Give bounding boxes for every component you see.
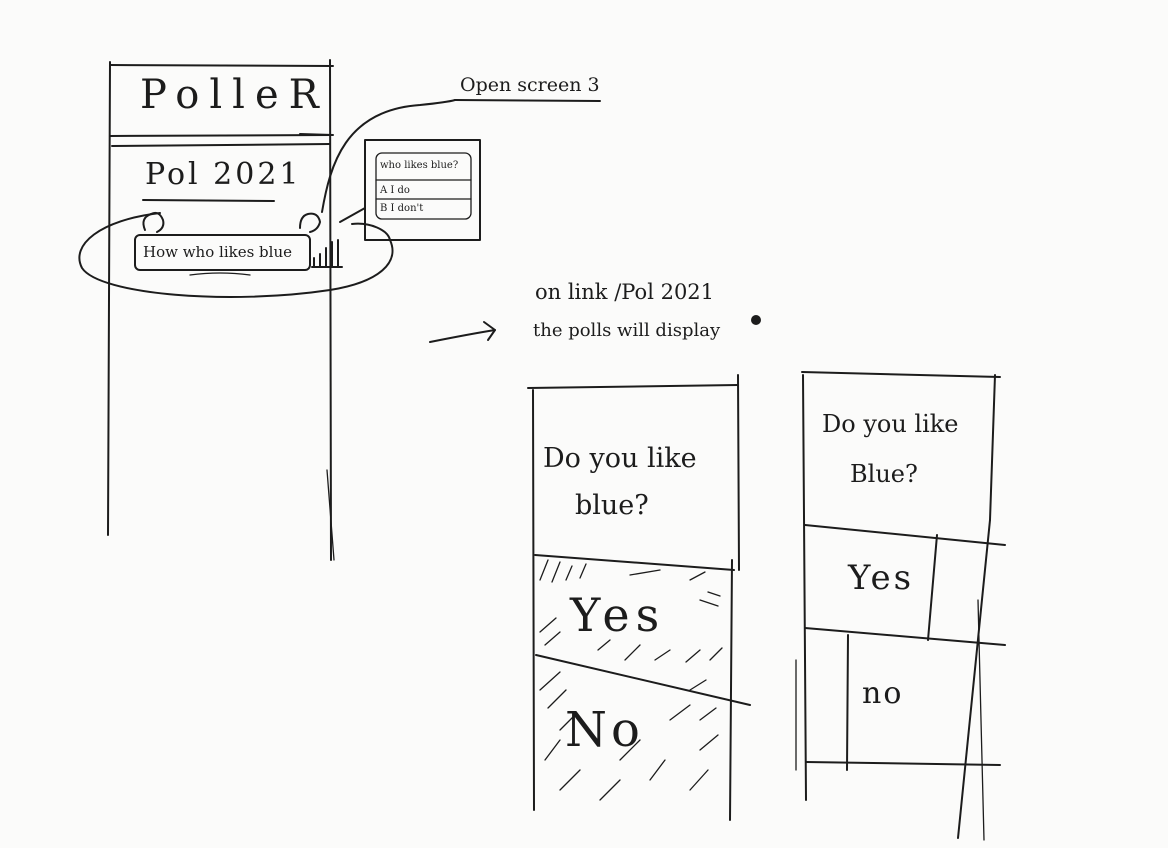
mini-preview-option-b[interactable]: B I don't bbox=[380, 203, 423, 214]
poll-name: Pol 2021 bbox=[145, 157, 302, 192]
bar-chart-icon bbox=[311, 239, 343, 268]
connector-short bbox=[339, 207, 366, 223]
open-screen-note: Open screen 3 bbox=[460, 74, 600, 96]
vote-screen-frame bbox=[795, 371, 1006, 841]
screen1-frame bbox=[107, 59, 335, 561]
arrow-line bbox=[429, 329, 496, 343]
vote-option-no[interactable]: no bbox=[862, 676, 903, 711]
poll-item-scribble bbox=[189, 272, 251, 276]
vote-option-yes[interactable]: Yes bbox=[848, 558, 914, 598]
results-question-line2: blue? bbox=[575, 490, 649, 521]
link-note-line2: the polls will display bbox=[533, 320, 721, 341]
vote-question-line1: Do you like bbox=[822, 410, 959, 438]
vote-question-line2: Blue? bbox=[850, 460, 918, 488]
right-hand-icon bbox=[299, 212, 321, 233]
results-option-yes[interactable]: Yes bbox=[570, 588, 665, 642]
mini-preview-option-a[interactable]: A I do bbox=[380, 185, 410, 196]
link-note-line1: on link /Pol 2021 bbox=[535, 280, 715, 304]
poll-name-underline bbox=[142, 199, 275, 202]
results-option-no[interactable]: No bbox=[565, 702, 644, 758]
poll-item-link[interactable]: How who likes blue bbox=[143, 243, 292, 261]
results-question-line1: Do you like bbox=[543, 443, 697, 474]
app-title: PolleR bbox=[140, 72, 329, 118]
open-screen-underline bbox=[454, 99, 601, 102]
ink-dot bbox=[751, 315, 761, 325]
mini-preview-question: who likes blue? bbox=[380, 160, 459, 171]
